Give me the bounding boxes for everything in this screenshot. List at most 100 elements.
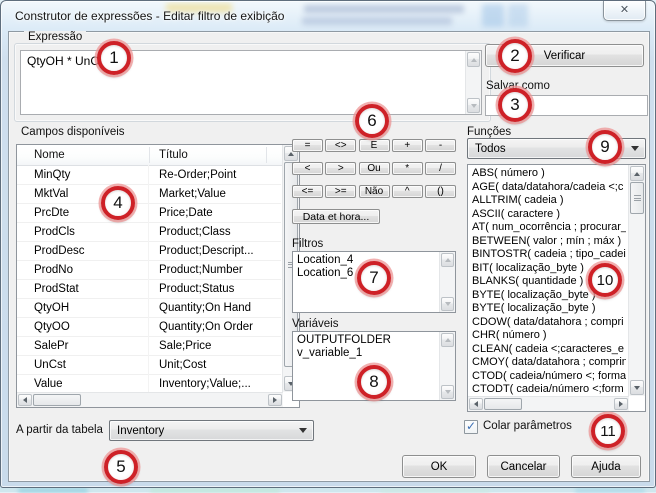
- list-item[interactable]: v_variable_1: [293, 347, 455, 360]
- filters-label: Filtros: [292, 238, 323, 250]
- annotation-3: 3: [498, 88, 532, 122]
- annotation-7: 7: [357, 261, 391, 295]
- from-table-value: Inventory: [110, 425, 299, 437]
- date-time-button[interactable]: Data et hora...: [292, 209, 380, 224]
- scroll-left-icon[interactable]: [469, 398, 483, 410]
- background-artifact: [304, 5, 464, 13]
- function-item[interactable]: CHR( número ): [468, 329, 626, 343]
- column-header-nome[interactable]: Nome: [34, 145, 65, 164]
- background-artifact: [380, 488, 490, 493]
- fields-table-header[interactable]: Nome Título: [17, 145, 299, 166]
- table-row[interactable]: MinQtyRe-Order;Point: [17, 165, 281, 185]
- table-row[interactable]: MktValMarket;Value: [17, 184, 281, 204]
- function-item[interactable]: CDOW( data/datahora ; compri: [468, 316, 626, 330]
- function-item[interactable]: AGE( data/datahora/cadeia <;c: [468, 181, 626, 195]
- function-item[interactable]: CTODT( cadeia/número <;form: [468, 383, 626, 397]
- list-item[interactable]: OUTPUTFOLDER: [293, 334, 455, 347]
- function-item[interactable]: CMOY( data/datahora ; comprin: [468, 356, 626, 370]
- function-item[interactable]: ABS( número ): [468, 167, 626, 181]
- operator-power-button[interactable]: ^: [392, 185, 423, 198]
- variables-label: Variáveis: [292, 318, 338, 330]
- expression-builder-dialog: Construtor de expressões - Editar filtro…: [0, 0, 656, 488]
- scroll-down-icon[interactable]: [630, 380, 644, 395]
- chevron-down-icon: [299, 428, 307, 433]
- close-button[interactable]: ✕: [603, 1, 646, 21]
- table-row[interactable]: SalePrSale;Price: [17, 336, 281, 356]
- cancel-button[interactable]: Cancelar: [487, 455, 560, 478]
- operator-multiply-button[interactable]: *: [392, 162, 423, 175]
- operator-not-button[interactable]: Não: [359, 185, 390, 198]
- column-divider[interactable]: [266, 147, 267, 163]
- function-item[interactable]: BYTE( localização_byte ): [468, 302, 626, 316]
- scroll-up-icon[interactable]: [630, 166, 644, 181]
- scroll-right-icon[interactable]: [268, 394, 282, 406]
- table-row[interactable]: QtyOHQuantity;On Hand: [17, 298, 281, 318]
- table-row[interactable]: PrcDtePrice;Date: [17, 203, 281, 223]
- titlebar[interactable]: Construtor de expressões - Editar filtro…: [2, 2, 654, 31]
- operator-equals-button[interactable]: =: [292, 139, 323, 152]
- function-item[interactable]: AT( num_ocorrência ; procurar_: [468, 221, 626, 235]
- operator-plus-button[interactable]: +: [392, 139, 423, 152]
- operator-less-button[interactable]: <: [292, 162, 323, 175]
- scroll-down-icon[interactable]: [467, 98, 480, 113]
- functions-hscrollbar[interactable]: [468, 396, 629, 411]
- table-row[interactable]: ProdDescProduct;Descript...: [17, 241, 281, 261]
- operator-divide-button[interactable]: /: [425, 162, 456, 175]
- operator-parens-button[interactable]: (): [425, 185, 456, 198]
- function-item[interactable]: CTOD( cadeia/número <; forma: [468, 370, 626, 384]
- table-row[interactable]: ValueInventory;Value;...: [17, 374, 281, 394]
- filters-scrollbar[interactable]: [439, 252, 455, 312]
- fields-hscrollbar[interactable]: [17, 392, 283, 407]
- expression-input[interactable]: QtyOH * UnCst: [20, 50, 482, 115]
- table-row[interactable]: ProdNoProduct;Number: [17, 260, 281, 280]
- scroll-up-icon[interactable]: [441, 333, 454, 347]
- from-table-label: A partir da tabela: [16, 424, 103, 436]
- scroll-right-icon[interactable]: [614, 398, 628, 410]
- operator-minus-button[interactable]: -: [425, 139, 456, 152]
- table-row[interactable]: ProdClsProduct;Class: [17, 222, 281, 242]
- annotation-5: 5: [104, 450, 138, 484]
- column-divider[interactable]: [149, 147, 150, 163]
- annotation-4: 4: [101, 186, 135, 220]
- paste-parameters-checkbox[interactable]: ✓: [464, 420, 478, 434]
- table-row[interactable]: UnCstUnit;Cost: [17, 355, 281, 375]
- scroll-down-icon[interactable]: [441, 385, 454, 399]
- paste-parameters-label: Colar parâmetros: [483, 420, 572, 432]
- operator-and-button[interactable]: E: [359, 139, 390, 152]
- annotation-9: 9: [588, 130, 622, 164]
- column-header-titulo[interactable]: Título: [159, 145, 188, 164]
- scrollbar-thumb[interactable]: [630, 182, 644, 214]
- background-artifact: [508, 4, 528, 27]
- operator-greater-button[interactable]: >: [325, 162, 356, 175]
- background-artifact: [302, 17, 452, 25]
- function-item[interactable]: BINTOSTR( cadeia ; tipo_cadeia: [468, 248, 626, 262]
- operator-greaterequal-button[interactable]: >=: [325, 185, 356, 198]
- operator-lessequal-button[interactable]: <=: [292, 185, 323, 198]
- table-row[interactable]: QtyOOQuantity;On Order: [17, 317, 281, 337]
- scrollbar-thumb[interactable]: [484, 398, 522, 410]
- scrollbar-thumb[interactable]: [33, 394, 81, 406]
- from-table-select[interactable]: Inventory: [109, 420, 314, 441]
- operator-notequal-button[interactable]: <>: [325, 139, 356, 152]
- chevron-down-icon: [631, 146, 639, 151]
- scroll-down-icon[interactable]: [441, 297, 454, 311]
- fields-table[interactable]: Nome Título MinQtyRe-Order;Point MktValM…: [16, 144, 300, 408]
- table-row[interactable]: ProdStatProduct;Status: [17, 279, 281, 299]
- function-item[interactable]: ALLTRIM( cadeia ): [468, 194, 626, 208]
- function-item[interactable]: CLEAN( cadeia <;caracteres_e: [468, 343, 626, 357]
- functions-vscrollbar[interactable]: [628, 165, 645, 396]
- help-button[interactable]: Ajuda: [571, 455, 641, 478]
- available-fields-label: Campos disponíveis: [21, 126, 125, 138]
- scroll-up-icon[interactable]: [467, 52, 480, 67]
- function-item[interactable]: ASCII( caractere ): [468, 208, 626, 222]
- window-title: Construtor de expressões - Editar filtro…: [15, 9, 284, 23]
- background-artifact: [150, 488, 280, 493]
- expression-scrollbar[interactable]: [465, 51, 481, 114]
- operator-or-button[interactable]: Ou: [359, 162, 390, 175]
- scroll-left-icon[interactable]: [18, 394, 32, 406]
- functions-label: Funções: [467, 126, 511, 138]
- variables-scrollbar[interactable]: [439, 332, 455, 400]
- scroll-up-icon[interactable]: [441, 253, 454, 267]
- ok-button[interactable]: OK: [402, 455, 476, 478]
- function-item[interactable]: BETWEEN( valor ; mín ; máx ): [468, 235, 626, 249]
